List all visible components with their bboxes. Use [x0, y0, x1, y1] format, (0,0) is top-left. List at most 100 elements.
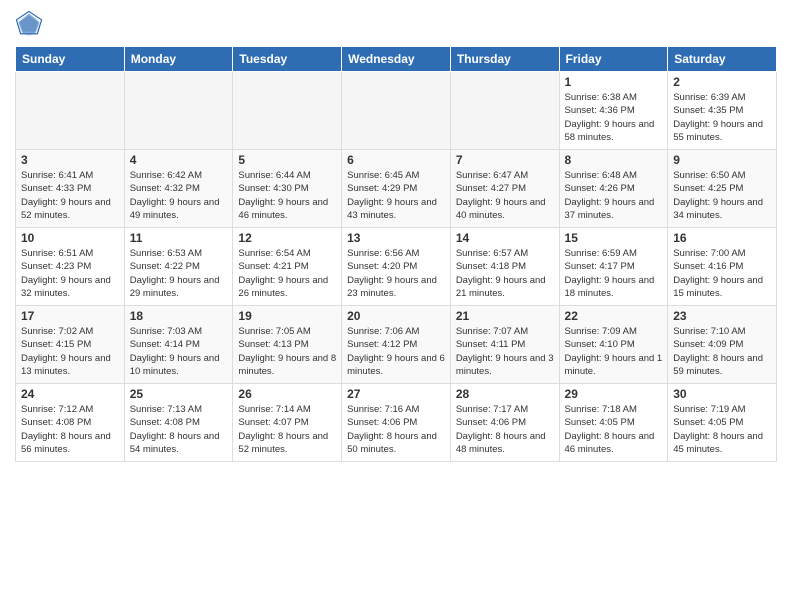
- calendar-cell: [16, 72, 125, 150]
- day-info: Sunrise: 6:45 AMSunset: 4:29 PMDaylight:…: [347, 169, 445, 222]
- day-info: Sunrise: 7:07 AMSunset: 4:11 PMDaylight:…: [456, 325, 554, 378]
- calendar-cell: [124, 72, 233, 150]
- weekday-header: Monday: [124, 47, 233, 72]
- day-number: 3: [21, 153, 119, 167]
- day-number: 4: [130, 153, 228, 167]
- calendar-cell: 20Sunrise: 7:06 AMSunset: 4:12 PMDayligh…: [342, 306, 451, 384]
- page-header: [15, 10, 777, 38]
- day-info: Sunrise: 7:00 AMSunset: 4:16 PMDaylight:…: [673, 247, 771, 300]
- day-number: 27: [347, 387, 445, 401]
- day-info: Sunrise: 7:12 AMSunset: 4:08 PMDaylight:…: [21, 403, 119, 456]
- day-info: Sunrise: 7:09 AMSunset: 4:10 PMDaylight:…: [565, 325, 663, 378]
- weekday-header: Sunday: [16, 47, 125, 72]
- day-number: 25: [130, 387, 228, 401]
- day-info: Sunrise: 7:16 AMSunset: 4:06 PMDaylight:…: [347, 403, 445, 456]
- day-info: Sunrise: 6:51 AMSunset: 4:23 PMDaylight:…: [21, 247, 119, 300]
- calendar-cell: 10 Sunrise: 6:51 AMSunset: 4:23 PMDayligh…: [16, 228, 125, 306]
- day-info: Sunrise: 6:42 AMSunset: 4:32 PMDaylight:…: [130, 169, 228, 222]
- day-info: Sunrise: 7:17 AMSunset: 4:06 PMDaylight:…: [456, 403, 554, 456]
- calendar-cell: [450, 72, 559, 150]
- calendar-cell: 28 Sunrise: 7:17 AMSunset: 4:06 PMDayligh…: [450, 384, 559, 462]
- day-number: 8: [565, 153, 663, 167]
- calendar-week-row: 1 Sunrise: 6:38 AMSunset: 4:36 PMDaylight…: [16, 72, 777, 150]
- calendar-cell: 7 Sunrise: 6:47 AMSunset: 4:27 PMDaylight…: [450, 150, 559, 228]
- calendar-cell: 19Sunrise: 7:05 AMSunset: 4:13 PMDayligh…: [233, 306, 342, 384]
- logo-icon: [15, 10, 43, 38]
- calendar-cell: 21Sunrise: 7:07 AMSunset: 4:11 PMDayligh…: [450, 306, 559, 384]
- day-info: Sunrise: 6:47 AMSunset: 4:27 PMDaylight:…: [456, 169, 554, 222]
- day-number: 5: [238, 153, 336, 167]
- day-info: Sunrise: 7:14 AMSunset: 4:07 PMDaylight:…: [238, 403, 336, 456]
- day-number: 1: [565, 75, 663, 89]
- day-number: 23: [673, 309, 771, 323]
- day-info: Sunrise: 7:18 AMSunset: 4:05 PMDaylight:…: [565, 403, 663, 456]
- logo: [15, 10, 47, 38]
- calendar-cell: 13 Sunrise: 6:56 AMSunset: 4:20 PMDayligh…: [342, 228, 451, 306]
- day-number: 6: [347, 153, 445, 167]
- day-number: 10: [21, 231, 119, 245]
- calendar-week-row: 10 Sunrise: 6:51 AMSunset: 4:23 PMDayligh…: [16, 228, 777, 306]
- calendar-cell: 25 Sunrise: 7:13 AMSunset: 4:08 PMDayligh…: [124, 384, 233, 462]
- day-number: 2: [673, 75, 771, 89]
- weekday-header: Saturday: [668, 47, 777, 72]
- calendar-cell: 14 Sunrise: 6:57 AMSunset: 4:18 PMDayligh…: [450, 228, 559, 306]
- calendar-cell: 2Sunrise: 6:39 AMSunset: 4:35 PMDaylight…: [668, 72, 777, 150]
- day-info: Sunrise: 7:13 AMSunset: 4:08 PMDaylight:…: [130, 403, 228, 456]
- calendar-cell: 5 Sunrise: 6:44 AMSunset: 4:30 PMDaylight…: [233, 150, 342, 228]
- calendar-cell: 15Sunrise: 6:59 AMSunset: 4:17 PMDayligh…: [559, 228, 668, 306]
- page-container: SundayMondayTuesdayWednesdayThursdayFrid…: [0, 0, 792, 467]
- day-info: Sunrise: 7:19 AMSunset: 4:05 PMDaylight:…: [673, 403, 771, 456]
- day-info: Sunrise: 6:50 AMSunset: 4:25 PMDaylight:…: [673, 169, 771, 222]
- calendar-cell: [233, 72, 342, 150]
- day-info: Sunrise: 6:38 AMSunset: 4:36 PMDaylight:…: [565, 91, 663, 144]
- weekday-header: Thursday: [450, 47, 559, 72]
- calendar-cell: 6 Sunrise: 6:45 AMSunset: 4:29 PMDaylight…: [342, 150, 451, 228]
- calendar-cell: [342, 72, 451, 150]
- calendar-cell: 26 Sunrise: 7:14 AMSunset: 4:07 PMDayligh…: [233, 384, 342, 462]
- calendar-cell: 11 Sunrise: 6:53 AMSunset: 4:22 PMDayligh…: [124, 228, 233, 306]
- calendar-header-row: SundayMondayTuesdayWednesdayThursdayFrid…: [16, 47, 777, 72]
- weekday-header: Friday: [559, 47, 668, 72]
- day-info: Sunrise: 6:44 AMSunset: 4:30 PMDaylight:…: [238, 169, 336, 222]
- day-info: Sunrise: 6:41 AMSunset: 4:33 PMDaylight:…: [21, 169, 119, 222]
- day-number: 17: [21, 309, 119, 323]
- calendar-week-row: 17 Sunrise: 7:02 AMSunset: 4:15 PMDayligh…: [16, 306, 777, 384]
- day-number: 18: [130, 309, 228, 323]
- calendar-cell: 29 Sunrise: 7:18 AMSunset: 4:05 PMDayligh…: [559, 384, 668, 462]
- day-info: Sunrise: 6:54 AMSunset: 4:21 PMDaylight:…: [238, 247, 336, 300]
- day-number: 20: [347, 309, 445, 323]
- calendar-cell: 22 Sunrise: 7:09 AMSunset: 4:10 PMDayligh…: [559, 306, 668, 384]
- calendar-cell: 23 Sunrise: 7:10 AMSunset: 4:09 PMDayligh…: [668, 306, 777, 384]
- day-number: 22: [565, 309, 663, 323]
- day-info: Sunrise: 6:48 AMSunset: 4:26 PMDaylight:…: [565, 169, 663, 222]
- calendar-week-row: 24Sunrise: 7:12 AMSunset: 4:08 PMDayligh…: [16, 384, 777, 462]
- day-number: 29: [565, 387, 663, 401]
- day-number: 14: [456, 231, 554, 245]
- calendar-cell: 3 Sunrise: 6:41 AMSunset: 4:33 PMDaylight…: [16, 150, 125, 228]
- calendar-cell: 17 Sunrise: 7:02 AMSunset: 4:15 PMDayligh…: [16, 306, 125, 384]
- weekday-header: Tuesday: [233, 47, 342, 72]
- day-info: Sunrise: 7:02 AMSunset: 4:15 PMDaylight:…: [21, 325, 119, 378]
- day-number: 7: [456, 153, 554, 167]
- day-number: 9: [673, 153, 771, 167]
- day-info: Sunrise: 6:56 AMSunset: 4:20 PMDaylight:…: [347, 247, 445, 300]
- day-info: Sunrise: 6:59 AMSunset: 4:17 PMDaylight:…: [565, 247, 663, 300]
- day-info: Sunrise: 6:53 AMSunset: 4:22 PMDaylight:…: [130, 247, 228, 300]
- day-number: 19: [238, 309, 336, 323]
- day-number: 11: [130, 231, 228, 245]
- day-number: 13: [347, 231, 445, 245]
- day-info: Sunrise: 6:57 AMSunset: 4:18 PMDaylight:…: [456, 247, 554, 300]
- day-info: Sunrise: 7:03 AMSunset: 4:14 PMDaylight:…: [130, 325, 228, 378]
- calendar-cell: 18 Sunrise: 7:03 AMSunset: 4:14 PMDayligh…: [124, 306, 233, 384]
- day-number: 12: [238, 231, 336, 245]
- day-info: Sunrise: 7:10 AMSunset: 4:09 PMDaylight:…: [673, 325, 771, 378]
- calendar-cell: 16 Sunrise: 7:00 AMSunset: 4:16 PMDayligh…: [668, 228, 777, 306]
- calendar-cell: 1 Sunrise: 6:38 AMSunset: 4:36 PMDaylight…: [559, 72, 668, 150]
- day-number: 30: [673, 387, 771, 401]
- calendar-cell: 9 Sunrise: 6:50 AMSunset: 4:25 PMDaylight…: [668, 150, 777, 228]
- day-number: 28: [456, 387, 554, 401]
- calendar-cell: 27 Sunrise: 7:16 AMSunset: 4:06 PMDayligh…: [342, 384, 451, 462]
- day-number: 16: [673, 231, 771, 245]
- calendar-cell: 4 Sunrise: 6:42 AMSunset: 4:32 PMDaylight…: [124, 150, 233, 228]
- day-number: 26: [238, 387, 336, 401]
